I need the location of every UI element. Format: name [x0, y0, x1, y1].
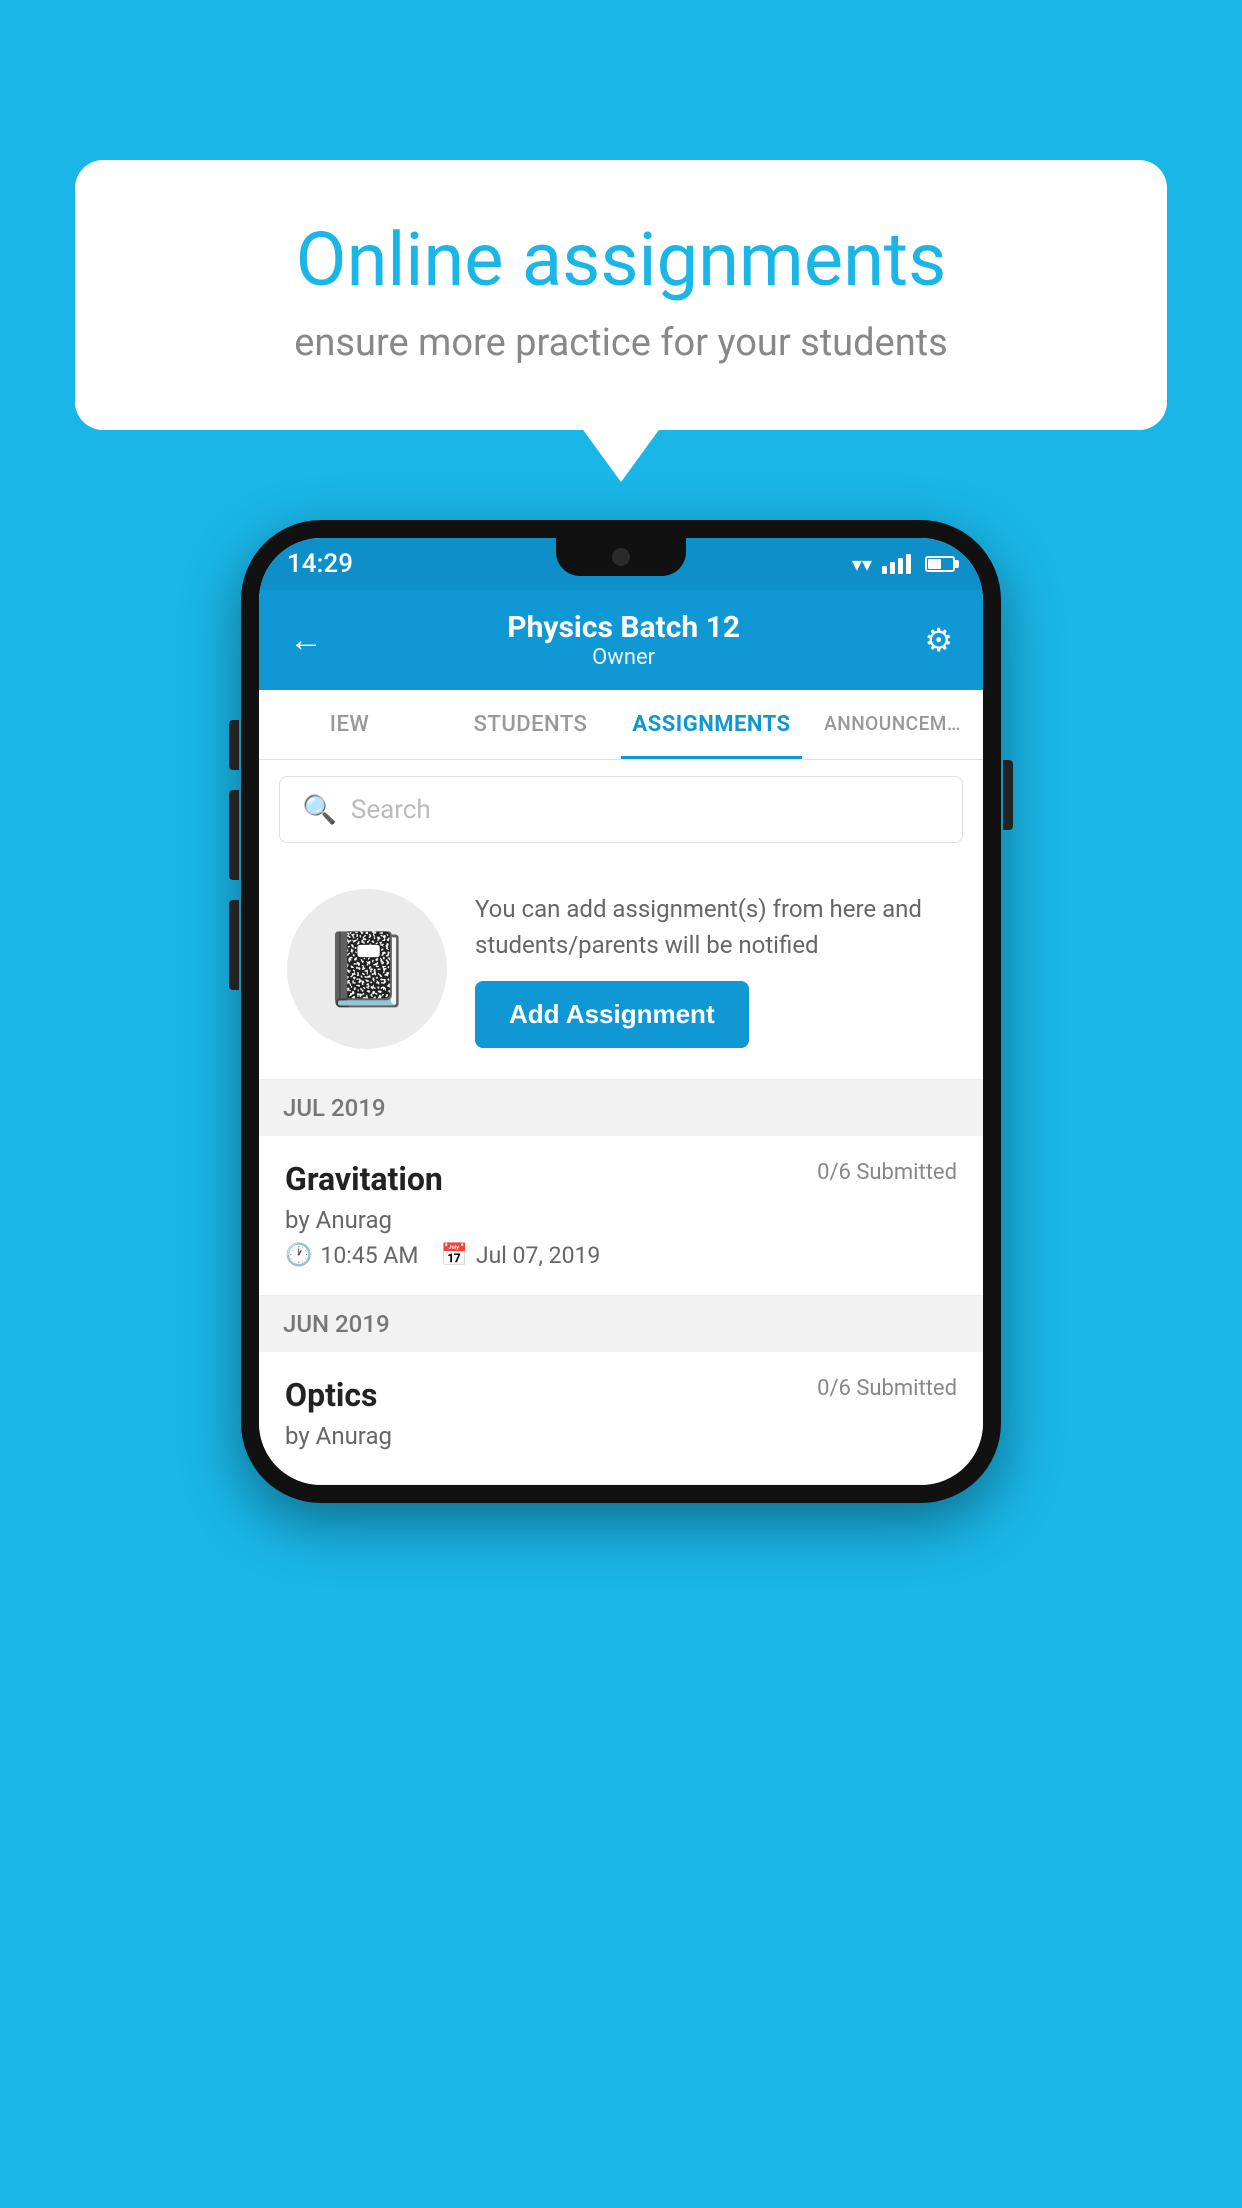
phone-wrapper: 14:29 ▾▾: [241, 520, 1001, 1503]
meta-time-gravitation: 🕐 10:45 AM: [285, 1242, 418, 1269]
month-separator-jul: JUL 2019: [259, 1080, 983, 1136]
assignment-submitted-gravitation: 0/6 Submitted: [817, 1160, 957, 1185]
speech-bubble-title: Online assignments: [145, 220, 1097, 301]
signal-icon: [882, 554, 911, 574]
assignment-item-gravitation[interactable]: Gravitation 0/6 Submitted by Anurag 🕐 10…: [259, 1136, 983, 1296]
speech-bubble-container: Online assignments ensure more practice …: [75, 160, 1167, 430]
notebook-icon: 📓: [322, 927, 412, 1012]
promo-icon-circle: 📓: [287, 889, 447, 1049]
signal-bar-2: [890, 562, 895, 574]
search-bar-container: 🔍 Search: [259, 760, 983, 859]
add-assignment-button[interactable]: Add Assignment: [475, 981, 749, 1048]
assignment-by-gravitation: by Anurag: [285, 1206, 957, 1234]
tab-announcements[interactable]: ANNOUNCEM…: [802, 690, 983, 759]
assignment-date-gravitation: Jul 07, 2019: [476, 1242, 600, 1269]
speech-bubble-subtitle: ensure more practice for your students: [145, 321, 1097, 365]
assignment-item-optics[interactable]: Optics 0/6 Submitted by Anurag: [259, 1352, 983, 1485]
promo-section: 📓 You can add assignment(s) from here an…: [259, 859, 983, 1080]
signal-bar-3: [898, 558, 903, 574]
search-icon: 🔍: [302, 793, 337, 826]
assignment-submitted-optics: 0/6 Submitted: [817, 1376, 957, 1401]
status-icons: ▾▾: [852, 552, 955, 576]
promo-text-area: You can add assignment(s) from here and …: [475, 891, 955, 1048]
assignment-time-gravitation: 10:45 AM: [320, 1242, 418, 1269]
meta-date-gravitation: 📅 Jul 07, 2019: [440, 1242, 600, 1269]
phone-outer: 14:29 ▾▾: [241, 520, 1001, 1503]
battery-icon: [925, 556, 955, 572]
assignment-top-gravitation: Gravitation 0/6 Submitted: [285, 1160, 957, 1198]
phone-screen: 14:29 ▾▾: [259, 538, 983, 1485]
settings-button[interactable]: ⚙: [924, 621, 953, 659]
app-header: ← Physics Batch 12 Owner ⚙: [259, 590, 983, 690]
header-batch-title: Physics Batch 12: [507, 610, 740, 645]
search-placeholder-text: Search: [351, 795, 431, 825]
back-button[interactable]: ←: [289, 620, 323, 660]
assignment-name-gravitation: Gravitation: [285, 1160, 443, 1198]
assignment-by-optics: by Anurag: [285, 1422, 957, 1450]
clock-icon: 🕐: [285, 1243, 312, 1268]
speech-bubble: Online assignments ensure more practice …: [75, 160, 1167, 430]
promo-description: You can add assignment(s) from here and …: [475, 891, 955, 963]
notch: [556, 538, 686, 576]
assignment-name-optics: Optics: [285, 1376, 377, 1414]
search-bar[interactable]: 🔍 Search: [279, 776, 963, 843]
assignment-meta-gravitation: 🕐 10:45 AM 📅 Jul 07, 2019: [285, 1242, 957, 1269]
battery-fill: [928, 559, 941, 569]
volume-up-button: [229, 790, 239, 880]
tab-iew[interactable]: IEW: [259, 690, 440, 759]
camera-dot: [612, 548, 630, 566]
tabs-bar: IEW STUDENTS ASSIGNMENTS ANNOUNCEM…: [259, 690, 983, 760]
tab-students[interactable]: STUDENTS: [440, 690, 621, 759]
calendar-icon: 📅: [440, 1243, 467, 1268]
header-role-subtitle: Owner: [507, 645, 740, 670]
header-title-area: Physics Batch 12 Owner: [507, 610, 740, 670]
volume-silent-button: [229, 720, 239, 770]
signal-bar-4: [906, 554, 911, 574]
month-separator-jun: JUN 2019: [259, 1296, 983, 1352]
wifi-icon: ▾▾: [852, 552, 872, 576]
assignment-top-optics: Optics 0/6 Submitted: [285, 1376, 957, 1414]
tab-assignments[interactable]: ASSIGNMENTS: [621, 690, 802, 759]
status-time: 14:29: [287, 549, 353, 579]
signal-bar-1: [882, 566, 887, 574]
volume-down-button: [229, 900, 239, 990]
power-button: [1003, 760, 1013, 830]
